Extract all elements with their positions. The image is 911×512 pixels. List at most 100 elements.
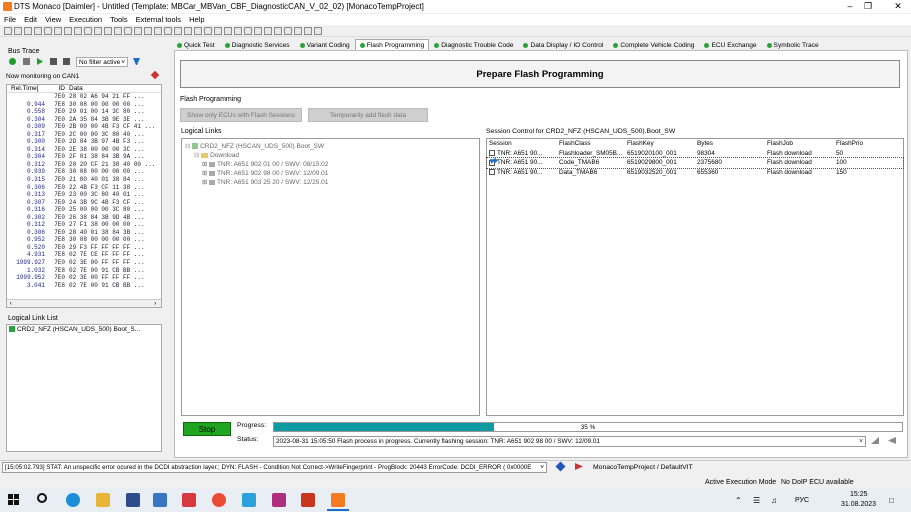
- session-checkbox[interactable]: [489, 150, 495, 157]
- table-row[interactable]: 1999.952 7E0 02 3E 00 FF FF FF ...: [7, 274, 161, 282]
- table-row[interactable]: 0.304 7E0 2F 01 38 84 3B 9A ...: [7, 153, 161, 161]
- toolbar-button-icon[interactable]: [164, 27, 172, 35]
- chrome-icon[interactable]: [212, 493, 226, 507]
- app-icon-x[interactable]: [126, 493, 140, 507]
- list-item[interactable]: CRD2_NFZ (HSCAN_UDS_500) Boot_S...: [7, 325, 161, 334]
- tree-item[interactable]: ⊞ TNR: A651 903 25 20 / SWV: 12/25.01: [202, 178, 328, 186]
- toolbar-button-icon[interactable]: [244, 27, 252, 35]
- menu-item-help[interactable]: Help: [185, 14, 208, 25]
- col-session[interactable]: Session: [487, 139, 557, 149]
- toolbar-button-icon[interactable]: [144, 27, 152, 35]
- dts-monaco-icon[interactable]: [331, 493, 345, 507]
- col-bytes[interactable]: Bytes: [695, 139, 765, 149]
- table-row[interactable]: 0.315 7E0 21 80 40 01 38 84 ...: [7, 176, 161, 184]
- horizontal-scrollbar[interactable]: ‹ ›: [7, 299, 161, 307]
- toolbar-button-icon[interactable]: [174, 27, 182, 35]
- menu-item-edit[interactable]: Edit: [20, 14, 41, 25]
- scroll-right-icon[interactable]: ›: [153, 300, 157, 307]
- search-icon[interactable]: [37, 493, 47, 503]
- tray-chevron-icon[interactable]: ⌃: [735, 496, 742, 505]
- table-row[interactable]: 7E0 28 02 A6 94 21 FF ...: [7, 93, 161, 101]
- toolbar-button-icon[interactable]: [74, 27, 82, 35]
- toolbar-button-icon[interactable]: [14, 27, 22, 35]
- session-row[interactable]: TNR: A651 90... Flashloader_SM05B... 65190…: [487, 149, 903, 159]
- table-row[interactable]: 0.317 7E0 2C 00 00 3C 80 40 ...: [7, 131, 161, 139]
- filter-icon[interactable]: [133, 58, 140, 65]
- table-row[interactable]: 3.041 7E8 02 7E 00 91 CB BB ...: [7, 282, 161, 290]
- col-data[interactable]: Data: [69, 85, 83, 92]
- table-row[interactable]: 0.939 7E8 30 08 00 00 00 00 ...: [7, 168, 161, 176]
- menu-item-external-tools[interactable]: External tools: [132, 14, 185, 25]
- tree-item[interactable]: ⊞ TNR: A651 902 98 00 / SWV: 12/09.01: [202, 169, 328, 177]
- volume-icon[interactable]: ♫: [771, 496, 777, 505]
- telegram-icon[interactable]: [242, 493, 256, 507]
- tree-download[interactable]: ⊟ Download: [194, 151, 239, 159]
- menu-item-execution[interactable]: Execution: [65, 14, 106, 25]
- toolbar-button-icon[interactable]: [194, 27, 202, 35]
- menu-item-file[interactable]: File: [0, 14, 20, 25]
- bus-trace-table[interactable]: Rel.Time[ID Data 7E0 28 02 A6 94 21 FF ...…: [6, 84, 162, 308]
- toolbar-button-icon[interactable]: [234, 27, 242, 35]
- toolbar-button-icon[interactable]: [184, 27, 192, 35]
- clock-date[interactable]: 31.08.2023: [841, 501, 876, 508]
- toolbar-button-icon[interactable]: [304, 27, 312, 35]
- toolbar-button-icon[interactable]: [314, 27, 322, 35]
- toolbar-button-icon[interactable]: [44, 27, 52, 35]
- tree-root[interactable]: ⊟ CRD2_NFZ (HSCAN_UDS_500) Boot_SW: [185, 142, 324, 150]
- table-row[interactable]: 0.302 7E0 26 38 84 3B 9D 4B ...: [7, 214, 161, 222]
- app-icon-table[interactable]: [301, 493, 315, 507]
- toolbar-button-icon[interactable]: [134, 27, 142, 35]
- toolbar-button-icon[interactable]: [34, 27, 42, 35]
- toolbar-button-icon[interactable]: [214, 27, 222, 35]
- show-only-ecus-button[interactable]: Show only ECUs with Flash Sessions: [180, 108, 302, 122]
- table-row[interactable]: 0.300 7E0 2D 84 3B 97 4B F3 ...: [7, 138, 161, 146]
- scroll-left-icon[interactable]: ‹: [9, 300, 13, 307]
- table-row[interactable]: 4.931 7E8 02 7E CE FF FF FF ...: [7, 251, 161, 259]
- toolbar-button-icon[interactable]: [114, 27, 122, 35]
- tree-item[interactable]: ⊞ TNR: A651 902 01 00 / SWV: 08/15.02: [202, 160, 328, 168]
- start-trace-icon[interactable]: [9, 58, 16, 65]
- status-field[interactable]: 2023-08-31 15:05:50 Flash process in pro…: [273, 436, 866, 447]
- table-row[interactable]: 0.952 7E8 30 08 00 00 00 00 ...: [7, 236, 161, 244]
- pause-trace-icon[interactable]: [23, 58, 30, 65]
- anydesk-icon[interactable]: [182, 493, 196, 507]
- table-row[interactable]: 0.307 7E0 24 3B 9C 4B F3 CF ...: [7, 199, 161, 207]
- table-row[interactable]: 0.306 7E0 28 40 01 38 84 3B ...: [7, 229, 161, 237]
- menu-item-tools[interactable]: Tools: [106, 14, 132, 25]
- toolbar-button-icon[interactable]: [264, 27, 272, 35]
- toolbar-button-icon[interactable]: [4, 27, 12, 35]
- col-reltime[interactable]: Rel.Time[: [7, 85, 49, 93]
- toolbar-button-icon[interactable]: [54, 27, 62, 35]
- notification-icon[interactable]: □: [889, 496, 894, 505]
- app-icon-grid[interactable]: [272, 493, 286, 507]
- col-flashprio[interactable]: FlashPrio: [834, 139, 903, 149]
- table-row[interactable]: 0.520 7E0 29 F3 FF FF FF FF ...: [7, 244, 161, 252]
- minimize-icon[interactable]: –: [840, 1, 860, 11]
- col-id[interactable]: ID: [49, 85, 66, 93]
- error-message-field[interactable]: [15:05:02.793] STAT: An unspecific error…: [2, 462, 547, 473]
- toolbar-button-icon[interactable]: [84, 27, 92, 35]
- toolbar-button-icon[interactable]: [154, 27, 162, 35]
- menu-item-view[interactable]: View: [41, 14, 65, 25]
- windows-start-icon[interactable]: [8, 494, 19, 505]
- table-row[interactable]: 0.316 7E0 25 00 00 00 3C 80 ...: [7, 206, 161, 214]
- maximize-icon[interactable]: ❐: [858, 1, 878, 12]
- toolbar-button-icon[interactable]: [64, 27, 72, 35]
- toolbar-button-icon[interactable]: [254, 27, 262, 35]
- temporarily-add-flash-button[interactable]: Temporarily add flash data: [308, 108, 428, 122]
- network-icon[interactable]: ☰: [753, 496, 760, 505]
- col-flashclass[interactable]: FlashClass: [557, 139, 625, 149]
- table-row[interactable]: 1999.927 7E0 02 3E 00 FF FF FF ...: [7, 259, 161, 267]
- toolbar-button-icon[interactable]: [224, 27, 232, 35]
- clock-time[interactable]: 15:25: [850, 491, 868, 498]
- table-row[interactable]: 0.313 7E0 23 00 3C 80 40 01 ...: [7, 191, 161, 199]
- close-icon[interactable]: ✕: [888, 1, 908, 12]
- col-flashjob[interactable]: FlashJob: [765, 139, 834, 149]
- session-row[interactable]: TNR: A651 90... Data_TMAB6 6519032520_001 6…: [487, 168, 903, 178]
- table-row[interactable]: 1.032 7E8 02 7E 00 91 CB BB ...: [7, 267, 161, 275]
- save-trace-icon[interactable]: [50, 58, 57, 65]
- toolbar-button-icon[interactable]: [284, 27, 292, 35]
- toolbar-button-icon[interactable]: [24, 27, 32, 35]
- toolbar-button-icon[interactable]: [204, 27, 212, 35]
- app-icon-doc[interactable]: [153, 493, 167, 507]
